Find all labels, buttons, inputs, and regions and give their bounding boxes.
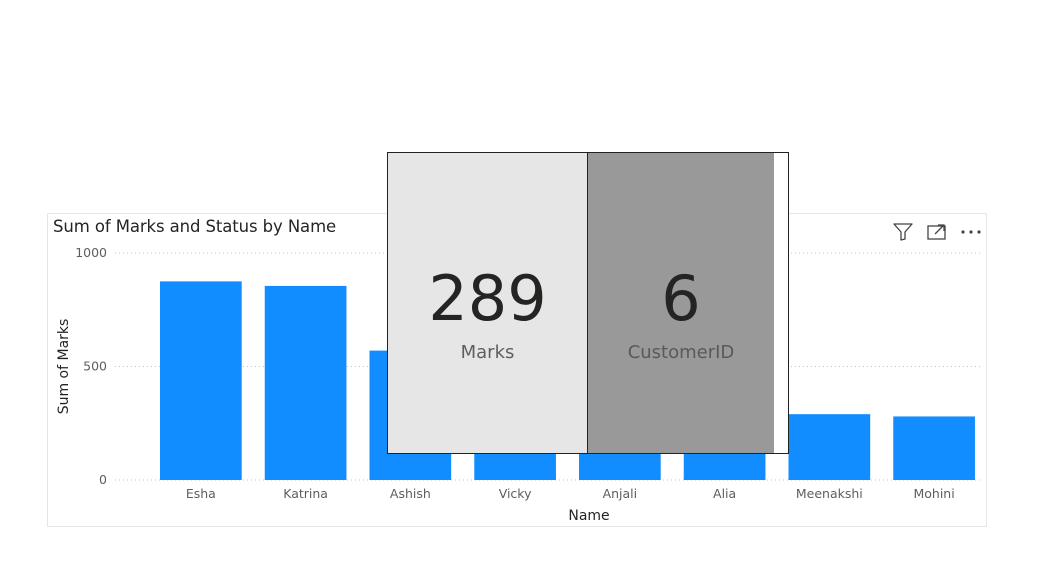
card-tooltip-panel[interactable]: 289 Marks 6 CustomerID	[387, 152, 789, 454]
y-tick-label: 0	[99, 472, 107, 487]
marks-card-value: 289	[428, 262, 547, 335]
x-tick-label: Vicky	[499, 486, 532, 501]
customerid-card[interactable]: 6 CustomerID	[588, 153, 774, 453]
customerid-card-value: 6	[661, 262, 701, 335]
customerid-card-label: CustomerID	[627, 342, 735, 363]
bar[interactable]	[160, 281, 242, 480]
marks-card-label: Marks	[460, 342, 515, 363]
x-axis-title: Name	[568, 508, 609, 524]
marks-card[interactable]: 289 Marks	[388, 153, 588, 453]
bar[interactable]	[264, 285, 347, 480]
scrollbar[interactable]	[774, 153, 788, 453]
x-tick-label: Meenakshi	[796, 486, 863, 501]
x-tick-label: Alia	[713, 486, 736, 501]
y-axis-title: Sum of Marks	[56, 319, 72, 415]
x-tick-label: Katrina	[283, 486, 328, 501]
x-tick-label: Esha	[186, 486, 216, 501]
y-tick-label: 1000	[75, 245, 107, 260]
x-tick-label: Anjali	[603, 486, 638, 501]
bar[interactable]	[893, 416, 975, 480]
bar[interactable]	[788, 414, 871, 480]
x-tick-label: Mohini	[913, 486, 954, 501]
y-tick-label: 500	[83, 359, 107, 374]
x-tick-label: Ashish	[390, 486, 431, 501]
